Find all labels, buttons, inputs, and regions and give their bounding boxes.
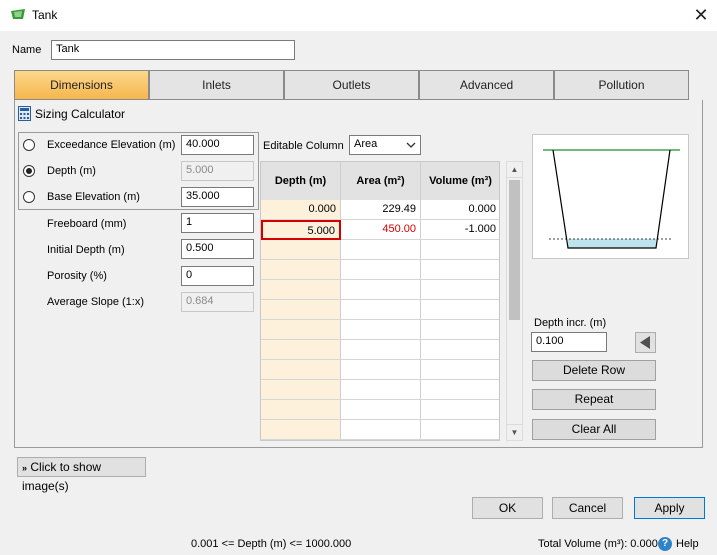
name-label: Name bbox=[12, 44, 42, 56]
table-cell-empty[interactable] bbox=[421, 400, 499, 420]
table-cell-empty[interactable] bbox=[261, 320, 341, 340]
close-icon[interactable]: ✕ bbox=[690, 4, 712, 26]
apply-increment-button[interactable] bbox=[635, 332, 656, 353]
avg-slope-label: Average Slope (1:x) bbox=[47, 296, 145, 308]
table-cell-empty[interactable] bbox=[261, 360, 341, 380]
depth-area-table: Depth (m) Area (m²) Volume (m³) 0.000 22… bbox=[260, 161, 500, 441]
table-cell-empty[interactable] bbox=[341, 420, 421, 440]
freeboard-input[interactable]: 1 bbox=[181, 213, 254, 233]
scroll-thumb[interactable] bbox=[509, 180, 520, 320]
tab-dimensions[interactable]: Dimensions bbox=[14, 70, 149, 100]
header-area[interactable]: Area (m²) bbox=[341, 162, 421, 200]
table-cell-empty[interactable] bbox=[261, 420, 341, 440]
show-images-button[interactable]: » Click to show image(s) bbox=[17, 457, 146, 493]
table-cell-empty[interactable] bbox=[341, 300, 421, 320]
table-cell-empty[interactable] bbox=[421, 280, 499, 300]
tab-pollution[interactable]: Pollution bbox=[554, 70, 689, 100]
table-cell[interactable]: 229.49 bbox=[341, 200, 421, 220]
base-elevation-label: Base Elevation (m) bbox=[47, 191, 140, 203]
freeboard-label: Freeboard (mm) bbox=[47, 218, 127, 230]
radio-exceedance[interactable] bbox=[23, 139, 35, 151]
tank-app-icon bbox=[11, 9, 25, 19]
scroll-up-icon[interactable]: ▲ bbox=[507, 162, 522, 178]
table-cell-empty[interactable] bbox=[341, 380, 421, 400]
tab-outlets[interactable]: Outlets bbox=[284, 70, 419, 100]
depth-label: Depth (m) bbox=[47, 165, 96, 177]
scroll-down-icon[interactable]: ▼ bbox=[507, 424, 522, 440]
tank-preview bbox=[532, 134, 689, 259]
table-cell-empty[interactable] bbox=[261, 280, 341, 300]
table-cell-empty[interactable] bbox=[421, 260, 499, 280]
table-cell-selected[interactable]: 5.000 bbox=[261, 220, 341, 240]
radio-depth[interactable] bbox=[23, 165, 35, 177]
table-cell-empty[interactable] bbox=[421, 340, 499, 360]
table-cell-empty[interactable] bbox=[421, 380, 499, 400]
porosity-label: Porosity (%) bbox=[47, 270, 107, 282]
total-volume-status: Total Volume (m³): 0.000 bbox=[538, 538, 658, 550]
triangle-left-icon bbox=[640, 336, 650, 349]
name-input[interactable]: Tank bbox=[51, 40, 295, 60]
table-cell-empty[interactable] bbox=[341, 280, 421, 300]
depth-incr-label: Depth incr. (m) bbox=[534, 317, 607, 329]
tab-strip: Dimensions Inlets Outlets Advanced Pollu… bbox=[14, 70, 689, 100]
tab-inlets[interactable]: Inlets bbox=[149, 70, 284, 100]
table-cell[interactable]: 0.000 bbox=[261, 200, 341, 220]
table-cell-empty[interactable] bbox=[261, 380, 341, 400]
table-cell-empty[interactable] bbox=[341, 240, 421, 260]
apply-button[interactable]: Apply bbox=[634, 497, 705, 519]
table-cell-empty[interactable] bbox=[261, 260, 341, 280]
title-bar bbox=[0, 0, 717, 31]
table-cell-empty[interactable] bbox=[421, 300, 499, 320]
calculator-icon[interactable] bbox=[18, 106, 31, 121]
table-cell-empty[interactable] bbox=[421, 320, 499, 340]
tank-section-diagram bbox=[543, 149, 680, 249]
delete-row-button[interactable]: Delete Row bbox=[532, 360, 656, 381]
repeat-button[interactable]: Repeat bbox=[532, 389, 656, 410]
help-icon[interactable]: ? bbox=[658, 537, 672, 551]
ok-button[interactable]: OK bbox=[472, 497, 543, 519]
exceedance-label: Exceedance Elevation (m) bbox=[47, 139, 176, 151]
window-title: Tank bbox=[32, 8, 58, 22]
table-cell-empty[interactable] bbox=[341, 360, 421, 380]
table-cell-empty[interactable] bbox=[261, 400, 341, 420]
header-depth[interactable]: Depth (m) bbox=[261, 162, 341, 200]
depth-range-status: 0.001 <= Depth (m) <= 1000.000 bbox=[191, 538, 352, 550]
sizing-calculator-label[interactable]: Sizing Calculator bbox=[35, 107, 125, 121]
editable-column-label: Editable Column bbox=[263, 140, 344, 152]
table-cell-empty[interactable] bbox=[421, 420, 499, 440]
tab-advanced[interactable]: Advanced bbox=[419, 70, 554, 100]
table-cell-empty[interactable] bbox=[341, 340, 421, 360]
initial-depth-input[interactable]: 0.500 bbox=[181, 239, 254, 259]
table-cell[interactable]: -1.000 bbox=[421, 220, 499, 240]
radio-base-elevation[interactable] bbox=[23, 191, 35, 203]
depth-input: 5.000 bbox=[181, 161, 254, 181]
show-images-label: Click to show image(s) bbox=[22, 460, 102, 493]
initial-depth-label: Initial Depth (m) bbox=[47, 244, 125, 256]
editable-column-value: Area bbox=[354, 138, 378, 150]
table-cell-empty[interactable] bbox=[341, 260, 421, 280]
table-cell-empty[interactable] bbox=[341, 320, 421, 340]
help-label[interactable]: Help bbox=[676, 538, 699, 550]
table-cell-empty[interactable] bbox=[261, 340, 341, 360]
table-cell-empty[interactable] bbox=[341, 400, 421, 420]
exceedance-input[interactable]: 40.000 bbox=[181, 135, 254, 155]
table-cell-empty[interactable] bbox=[421, 240, 499, 260]
table-cell-empty[interactable] bbox=[261, 300, 341, 320]
double-chevron-down-icon: » bbox=[22, 463, 28, 473]
table-scrollbar[interactable]: ▲ ▼ bbox=[506, 161, 523, 441]
porosity-input[interactable]: 0 bbox=[181, 266, 254, 286]
cancel-button[interactable]: Cancel bbox=[552, 497, 623, 519]
chevron-down-icon[interactable] bbox=[406, 141, 416, 149]
table-cell-empty[interactable] bbox=[421, 360, 499, 380]
depth-incr-input[interactable]: 0.100 bbox=[531, 332, 607, 352]
header-volume[interactable]: Volume (m³) bbox=[421, 162, 499, 200]
base-elevation-input[interactable]: 35.000 bbox=[181, 187, 254, 207]
table-cell-empty[interactable] bbox=[261, 240, 341, 260]
avg-slope-input: 0.684 bbox=[181, 292, 254, 312]
clear-all-button[interactable]: Clear All bbox=[532, 419, 656, 440]
table-cell[interactable]: 450.00 bbox=[341, 220, 421, 240]
table-cell[interactable]: 0.000 bbox=[421, 200, 499, 220]
